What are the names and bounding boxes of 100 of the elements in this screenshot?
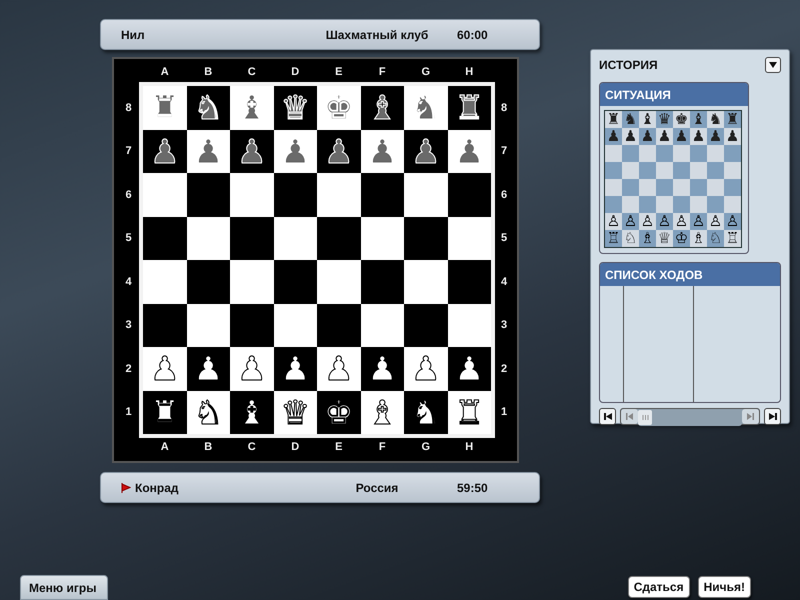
chess-piece[interactable]: ♗ (692, 231, 706, 246)
chess-piece[interactable]: ♜ (454, 396, 484, 429)
skip-end-icon (768, 413, 776, 420)
chess-piece[interactable]: ♟ (150, 352, 180, 386)
file-label: C (246, 440, 257, 456)
chess-piece[interactable]: ♟ (236, 134, 267, 168)
file-label: D (290, 65, 300, 80)
board-square (707, 162, 724, 179)
chess-piece[interactable]: ♙ (640, 214, 654, 229)
chess-piece[interactable]: ♞ (708, 112, 722, 127)
last-move-button[interactable] (764, 408, 781, 425)
board-square (707, 145, 724, 162)
board-square (656, 145, 673, 162)
board-square (622, 179, 639, 196)
chess-piece[interactable]: ♜ (606, 112, 620, 127)
chess-piece[interactable]: ♟ (708, 129, 722, 144)
game-menu-button[interactable]: Меню игры (20, 575, 108, 600)
chess-piece[interactable]: ♔ (674, 231, 688, 246)
first-move-button[interactable] (599, 408, 616, 425)
chess-piece[interactable]: ♟ (324, 352, 354, 386)
chess-piece[interactable]: ♟ (324, 134, 354, 168)
chess-piece[interactable]: ♟ (692, 129, 706, 144)
board-square (186, 304, 230, 347)
rank-label: 7 (500, 144, 508, 159)
rank-label: 8 (500, 100, 508, 116)
slider-thumb[interactable] (638, 410, 652, 425)
chess-piece[interactable]: ♞ (624, 112, 638, 127)
file-label: F (378, 65, 387, 80)
board-square (724, 179, 741, 196)
chess-piece[interactable]: ♙ (606, 214, 620, 229)
chess-piece[interactable]: ♟ (236, 352, 267, 386)
board-square (404, 260, 448, 304)
chess-piece[interactable]: ♙ (624, 214, 638, 229)
board-square (673, 179, 690, 196)
board-square (404, 216, 448, 260)
board-square (448, 173, 491, 216)
board-square (656, 162, 673, 179)
chess-piece[interactable]: ♘ (708, 231, 722, 246)
chess-piece[interactable]: ♞ (193, 396, 224, 429)
chess-piece[interactable]: ♙ (708, 214, 722, 229)
board-square (274, 173, 317, 216)
chess-piece[interactable]: ♟ (150, 134, 180, 168)
board-square (639, 162, 656, 179)
board-square (707, 179, 724, 196)
chess-piece[interactable]: ♟ (624, 129, 638, 144)
chess-piece[interactable]: ♙ (692, 214, 706, 229)
chess-piece[interactable]: ♛ (280, 91, 310, 124)
chess-piece[interactable]: ♗ (640, 231, 654, 246)
chess-piece[interactable]: ♙ (674, 214, 688, 229)
rank-label: 1 (124, 405, 133, 420)
dropdown-button[interactable] (765, 57, 781, 73)
board-square (360, 173, 404, 216)
rank-label: 4 (500, 274, 508, 290)
chess-piece[interactable]: ♖ (726, 231, 740, 246)
draw-button[interactable]: Ничья! (698, 576, 751, 598)
step-forward-icon (747, 413, 754, 420)
chess-piece[interactable]: ♟ (658, 129, 672, 144)
move-scrollbar[interactable] (620, 408, 760, 425)
board-square (605, 162, 622, 179)
chess-piece[interactable]: ♟ (606, 129, 620, 144)
rank-label: 2 (500, 362, 508, 376)
chess-piece[interactable]: ♝ (692, 112, 706, 127)
board-square (317, 304, 360, 347)
board-square (622, 196, 639, 213)
chess-piece[interactable]: ♛ (658, 112, 672, 127)
chess-piece[interactable]: ♜ (726, 112, 740, 127)
file-label: G (420, 440, 432, 456)
chess-piece[interactable]: ♜ (454, 91, 484, 124)
board-square (186, 173, 230, 216)
board-square (360, 304, 404, 347)
chess-piece[interactable]: ♝ (367, 91, 398, 124)
board-square (673, 196, 690, 213)
board-square (690, 179, 707, 196)
chess-piece[interactable]: ♛ (280, 396, 310, 429)
chess-piece[interactable]: ♟ (640, 129, 654, 144)
board-square (360, 260, 404, 304)
chess-piece[interactable]: ♚ (674, 112, 688, 127)
board-square (605, 179, 622, 196)
file-label: A (160, 440, 170, 456)
chess-piece[interactable]: ♙ (726, 214, 740, 229)
file-label: C (246, 65, 257, 80)
board-square (656, 196, 673, 213)
chess-piece[interactable]: ♝ (640, 112, 654, 127)
board-square (230, 304, 274, 347)
chess-piece[interactable]: ♟ (410, 134, 441, 168)
chess-piece[interactable]: ♟ (674, 129, 688, 144)
step-back-icon (626, 413, 633, 420)
chess-piece[interactable]: ♙ (658, 214, 672, 229)
board-square (186, 260, 230, 304)
chess-piece[interactable]: ♝ (367, 396, 398, 429)
chess-piece[interactable]: ♖ (606, 231, 620, 246)
board-square (230, 216, 274, 260)
chess-piece[interactable]: ♘ (624, 231, 638, 246)
board-square (448, 304, 491, 347)
resign-button[interactable]: Сдаться (628, 576, 690, 598)
chess-piece[interactable]: ♕ (658, 231, 672, 246)
chess-piece[interactable]: ♟ (726, 129, 740, 144)
chess-piece[interactable]: ♟ (410, 352, 441, 386)
board-square (143, 260, 186, 304)
chess-piece[interactable]: ♞ (193, 91, 224, 124)
